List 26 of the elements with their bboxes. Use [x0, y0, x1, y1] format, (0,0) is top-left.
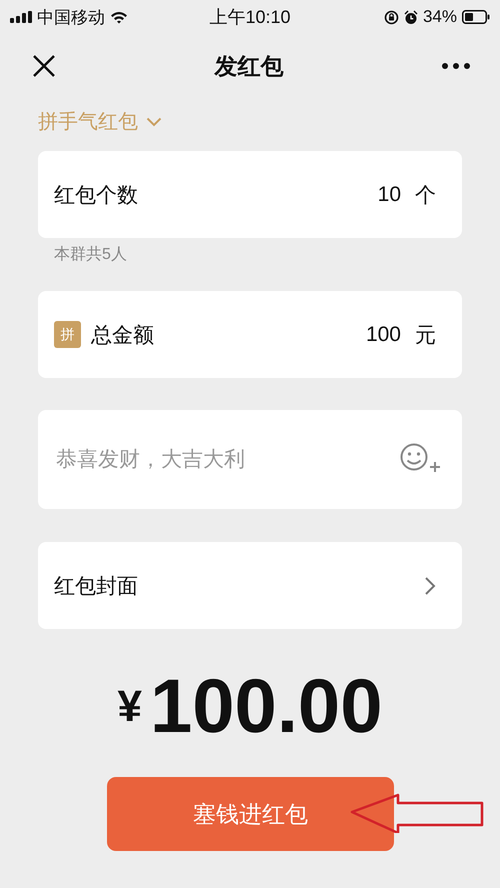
wifi-icon [110, 10, 128, 24]
battery-percent: 34% [422, 7, 457, 27]
page-title: 发红包 [214, 52, 284, 80]
count-value[interactable]: 10 [378, 182, 401, 206]
greeting-field[interactable]: 恭喜发财，大吉大利 [54, 446, 390, 472]
currency-symbol: ¥ [118, 682, 142, 732]
battery-icon [462, 10, 490, 24]
signal-icon [10, 11, 32, 23]
close-icon[interactable] [32, 54, 56, 78]
chevron-down-icon [146, 116, 162, 126]
chevron-right-icon [424, 576, 436, 596]
amount-label: 总金额 [91, 322, 154, 348]
lucky-badge: 拼 [54, 321, 81, 348]
amount-value[interactable]: 100 [366, 322, 401, 346]
more-icon[interactable] [442, 63, 470, 69]
amount-unit: 元 [415, 322, 436, 348]
status-time: 上午10:10 [209, 6, 291, 29]
cover-label: 红包封面 [54, 574, 138, 600]
count-label: 红包个数 [54, 182, 138, 208]
count-unit: 个 [415, 182, 436, 208]
group-member-note: 本群共5人 [54, 244, 128, 265]
alarm-icon [404, 10, 418, 24]
cover-row[interactable]: 红包封面 [38, 542, 462, 629]
total-amount: 100.00 [150, 669, 382, 745]
carrier-name: 中国移动 [37, 6, 105, 28]
rotation-lock-icon [384, 10, 399, 24]
